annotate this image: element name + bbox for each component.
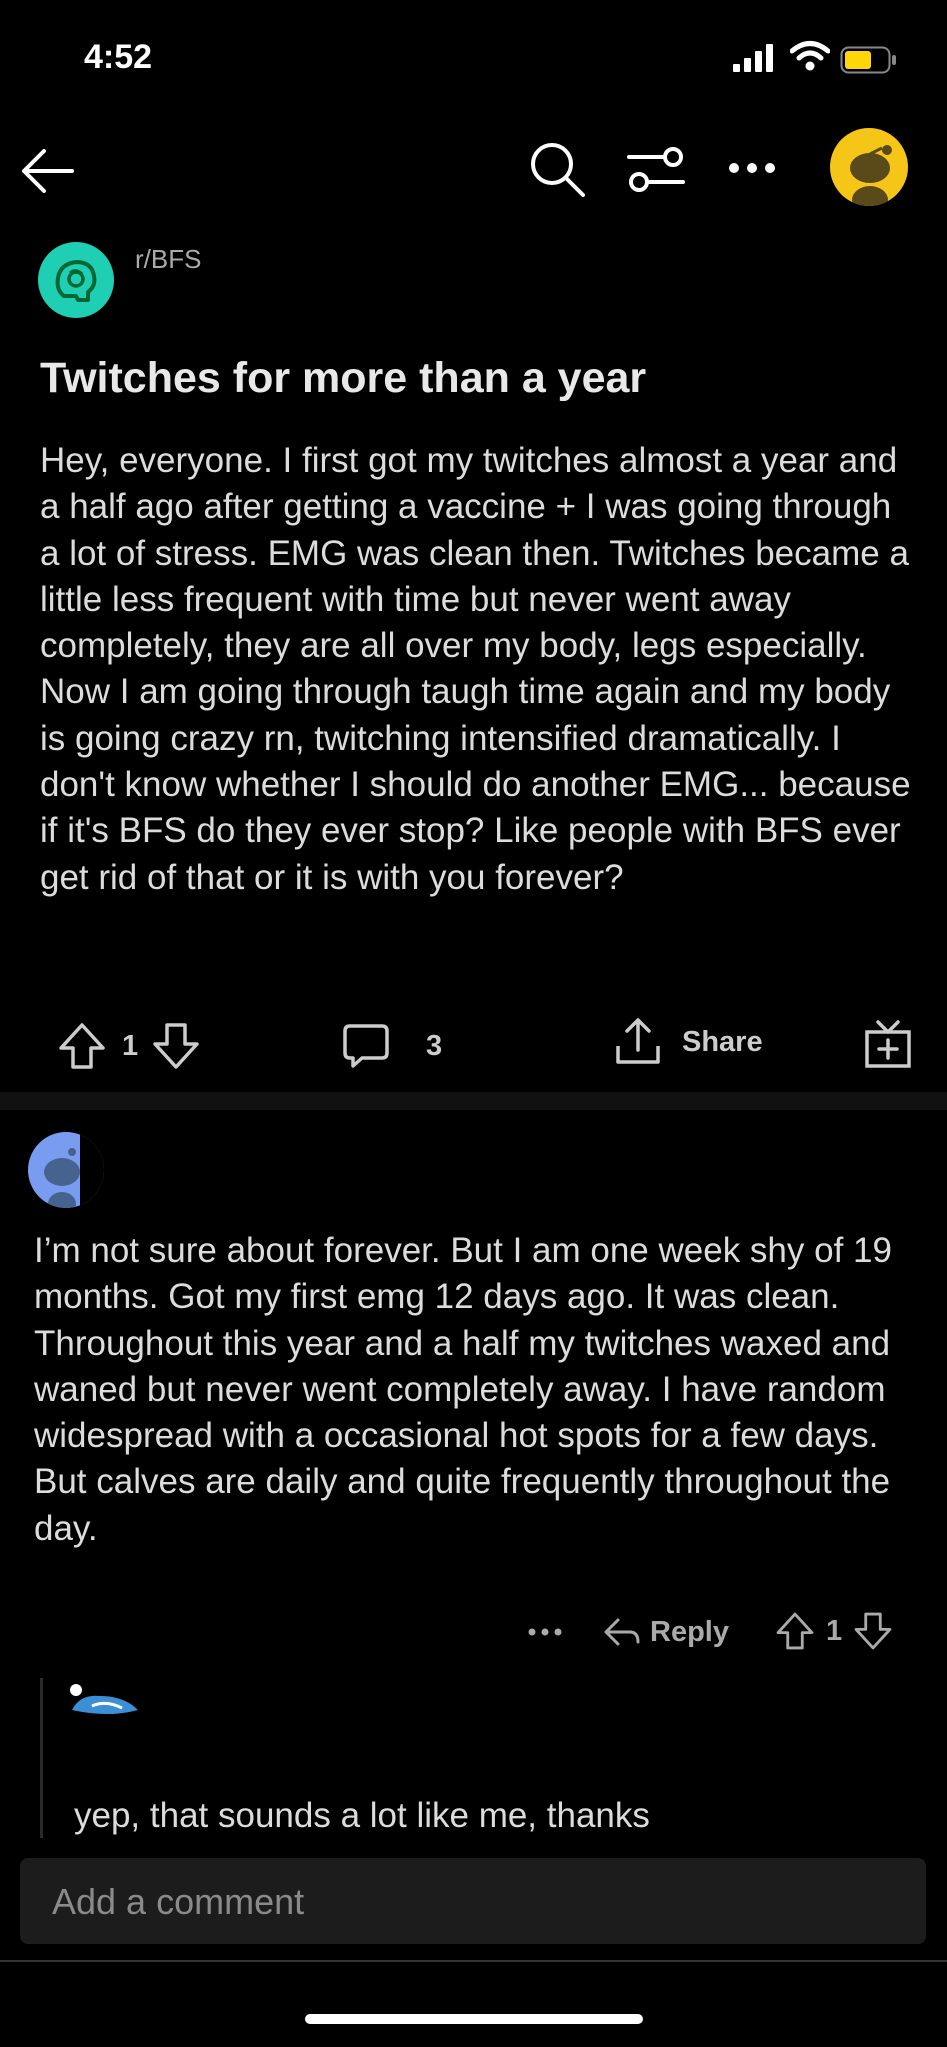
share-button[interactable]: Share: [612, 1016, 763, 1068]
vote-group: 1: [56, 1020, 202, 1072]
upvote-icon[interactable]: [774, 1610, 816, 1652]
comment-body: I’m not sure about forever. But I am one…: [34, 1231, 892, 1548]
post-vote-count: 1: [122, 1029, 139, 1062]
downvote-icon[interactable]: [852, 1610, 894, 1652]
filter-icon[interactable]: [625, 142, 687, 198]
comment-vote-count: 1: [826, 1614, 843, 1647]
subreddit-header[interactable]: r/BFS: [38, 240, 918, 320]
comments-button[interactable]: 3: [340, 1020, 442, 1072]
profile-avatar[interactable]: [830, 128, 908, 206]
status-time: 4:52: [84, 38, 153, 76]
top-navigation-bar: [0, 120, 947, 220]
comment-more-icon[interactable]: [528, 1628, 562, 1636]
cellular-signal-icon: [733, 44, 773, 72]
reply-button[interactable]: Reply: [602, 1612, 729, 1652]
reply-body: yep, that sounds a lot like me, thanks: [74, 1796, 650, 1835]
battery-icon: [840, 46, 896, 74]
comment-icon: [343, 1024, 389, 1068]
comment-composer[interactable]: [20, 1858, 926, 1946]
home-indicator[interactable]: [305, 2014, 643, 2024]
status-bar: 4:52: [0, 0, 947, 120]
share-icon: [616, 1018, 660, 1064]
comment-composer-bar: [0, 1838, 947, 1958]
subreddit-logo-icon: [55, 260, 97, 302]
thread-line: [40, 1678, 43, 1850]
share-label: Share: [682, 1025, 763, 1058]
add-comment-input[interactable]: [50, 1858, 894, 1946]
post-body: Hey, everyone. I first got my twitches a…: [40, 441, 911, 897]
search-icon[interactable]: [528, 140, 588, 200]
award-icon[interactable]: [862, 1018, 914, 1070]
comment-vote-group: 1: [774, 1610, 894, 1652]
upvote-icon[interactable]: [56, 1020, 108, 1072]
more-icon[interactable]: [728, 162, 776, 174]
subreddit-name[interactable]: r/BFS: [135, 244, 201, 275]
commenter-avatar[interactable]: [28, 1132, 104, 1208]
post-title: Twitches for more than a year: [40, 354, 647, 402]
section-divider: [0, 1092, 947, 1110]
reply-label: Reply: [650, 1615, 729, 1648]
bottom-divider: [0, 1960, 947, 1962]
back-arrow-icon[interactable]: [18, 140, 78, 200]
snoo-avatar-icon: [44, 1132, 104, 1208]
subreddit-icon[interactable]: [38, 242, 114, 318]
reply-avatar[interactable]: [68, 1684, 140, 1718]
comment-count: 3: [426, 1029, 443, 1062]
downvote-icon[interactable]: [150, 1020, 202, 1072]
wifi-icon: [790, 41, 830, 71]
reply-icon: [604, 1618, 640, 1646]
snoo-avatar-icon: [850, 145, 892, 206]
comment-action-bar: Reply 1: [0, 1610, 947, 1660]
post-action-bar: 1 3 Share: [0, 1016, 947, 1076]
